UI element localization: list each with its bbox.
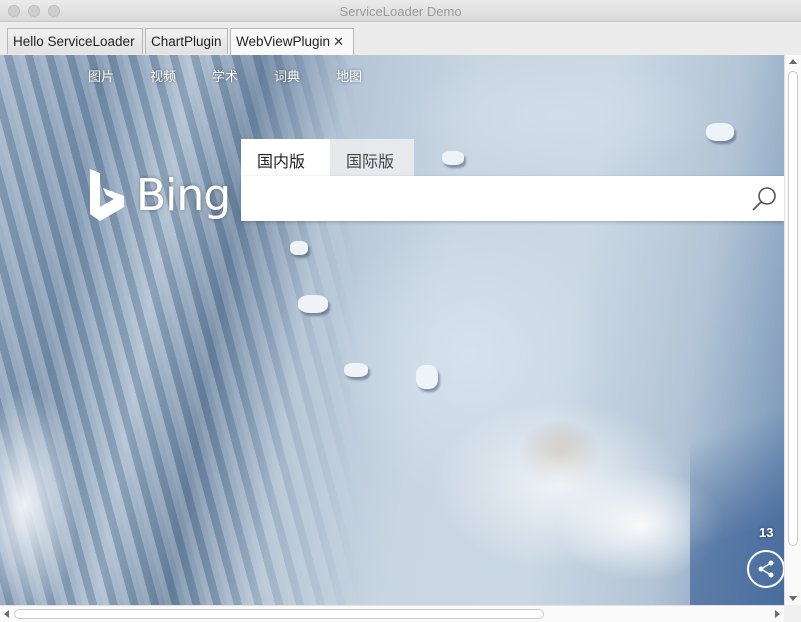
scroll-up-icon[interactable] — [789, 59, 797, 64]
bing-logo: Bing — [88, 167, 231, 223]
share-icon — [758, 560, 774, 578]
search-input[interactable] — [241, 176, 731, 221]
tab-chartplugin[interactable]: ChartPlugin — [145, 28, 228, 54]
tab-label: WebViewPlugin — [236, 34, 331, 49]
nav-maps-link[interactable]: 地图 — [336, 66, 362, 85]
nav-images-link[interactable]: 图片 — [88, 66, 114, 85]
tab-hello-serviceloader[interactable]: Hello ServiceLoader — [7, 28, 143, 54]
background-ice-floe — [298, 295, 328, 313]
horizontal-scrollbar[interactable] — [0, 605, 784, 622]
search-box — [241, 176, 784, 221]
tab-label: Hello ServiceLoader — [13, 34, 135, 49]
scroll-right-icon[interactable] — [775, 610, 780, 618]
vertical-scrollbar[interactable] — [784, 55, 801, 605]
vertical-scroll-thumb[interactable] — [788, 71, 798, 546]
bing-logo-text: Bing — [136, 169, 231, 221]
search-scope-tabs: 国内版 国际版 — [241, 139, 414, 176]
nav-academic-link[interactable]: 学术 — [212, 66, 238, 85]
scroll-left-icon[interactable] — [4, 610, 9, 618]
background-ice-floe — [442, 151, 464, 165]
tab-bar: Hello ServiceLoader ChartPlugin WebViewP… — [0, 22, 801, 55]
tab-domestic[interactable]: 国内版 — [241, 139, 330, 176]
bing-b-icon — [90, 169, 124, 221]
horizontal-scroll-thumb[interactable] — [14, 609, 544, 619]
window-title: ServiceLoader Demo — [339, 4, 462, 19]
webview-content[interactable]: 图片 视频 学术 词典 地图 Bing 国内版 国际版 13 — [0, 55, 784, 605]
tab-close-icon[interactable]: ✕ — [333, 34, 344, 49]
share-button[interactable] — [747, 550, 784, 588]
nav-dictionary-link[interactable]: 词典 — [274, 66, 300, 85]
image-counter: 13 — [759, 525, 774, 540]
search-icon[interactable] — [750, 185, 778, 213]
background-ice-floe — [706, 123, 734, 141]
scroll-down-icon[interactable] — [789, 596, 797, 601]
background-ice-floe — [290, 241, 308, 255]
nav-videos-link[interactable]: 视频 — [150, 66, 176, 85]
tab-label: ChartPlugin — [151, 34, 222, 49]
bing-top-nav: 图片 视频 学术 词典 地图 — [88, 66, 398, 85]
tab-webviewplugin[interactable]: WebViewPlugin ✕ — [230, 28, 354, 55]
background-ice-floe — [416, 365, 438, 389]
background-ice-floe — [344, 363, 368, 377]
title-bar: ServiceLoader Demo — [0, 0, 801, 22]
tab-international[interactable]: 国际版 — [330, 139, 414, 176]
scrollbar-corner — [784, 605, 801, 622]
app-window: ServiceLoader Demo Hello ServiceLoader C… — [0, 0, 801, 622]
